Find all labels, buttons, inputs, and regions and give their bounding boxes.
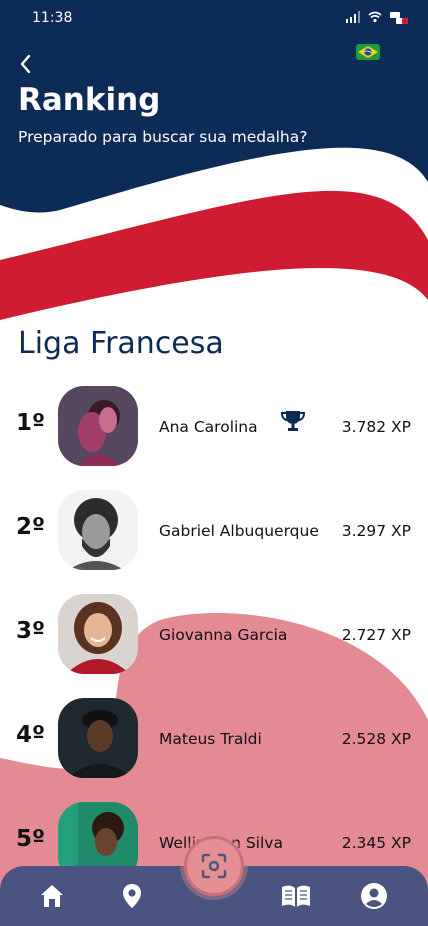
nav-profile-button[interactable] — [360, 882, 388, 910]
wifi-icon — [368, 11, 382, 23]
nav-map-button[interactable] — [118, 882, 146, 910]
avatar — [58, 698, 138, 778]
ranking-row[interactable]: 3º Giovanna Garcia 2.727 XP — [0, 590, 428, 680]
location-pin-icon — [123, 884, 141, 908]
status-icons — [346, 10, 410, 24]
league-title: Liga Francesa — [18, 326, 224, 361]
avatar — [58, 386, 138, 466]
nav-lessons-button[interactable] — [280, 882, 310, 910]
back-button[interactable] — [14, 52, 38, 76]
ranking-row[interactable]: 2º Gabriel Albuquerque 3.297 XP — [0, 486, 428, 576]
nav-home-button[interactable] — [38, 882, 66, 910]
player-xp: 3.782 XP — [341, 418, 411, 436]
player-xp: 2.727 XP — [341, 626, 411, 644]
rank-position: 1º — [16, 410, 45, 436]
avatar — [58, 490, 138, 570]
rank-position: 5º — [16, 826, 45, 852]
avatar — [58, 594, 138, 674]
scan-icon — [201, 853, 227, 879]
brazil-flag-icon[interactable] — [356, 44, 380, 60]
rank-position: 2º — [16, 514, 45, 540]
player-name: Gabriel Albuquerque — [159, 522, 319, 540]
player-xp: 2.528 XP — [341, 730, 411, 748]
battery-icon — [390, 12, 408, 24]
book-icon — [282, 885, 310, 907]
ranking-row[interactable]: 4º Mateus Traldi 2.528 XP — [0, 694, 428, 784]
profile-icon — [361, 883, 387, 909]
player-xp: 2.345 XP — [341, 834, 411, 852]
player-xp: 3.297 XP — [341, 522, 411, 540]
player-name: Mateus Traldi — [159, 730, 262, 748]
rank-position: 3º — [16, 618, 45, 644]
signal-icon — [346, 11, 360, 23]
page-title: Ranking — [18, 82, 161, 118]
page-subtitle: Preparado para buscar sua medalha? — [18, 128, 308, 146]
status-time: 11:38 — [32, 10, 73, 26]
home-icon — [41, 885, 63, 907]
trophy-icon — [280, 411, 306, 431]
player-name: Ana Carolina — [159, 418, 258, 436]
ranking-row[interactable]: 1º Ana Carolina 3.782 XP — [0, 382, 428, 472]
rank-position: 4º — [16, 722, 45, 748]
status-bar: 11:38 — [0, 0, 428, 36]
scan-button[interactable] — [184, 836, 244, 896]
player-name: Giovanna Garcia — [159, 626, 288, 644]
chevron-left-icon — [20, 54, 31, 74]
